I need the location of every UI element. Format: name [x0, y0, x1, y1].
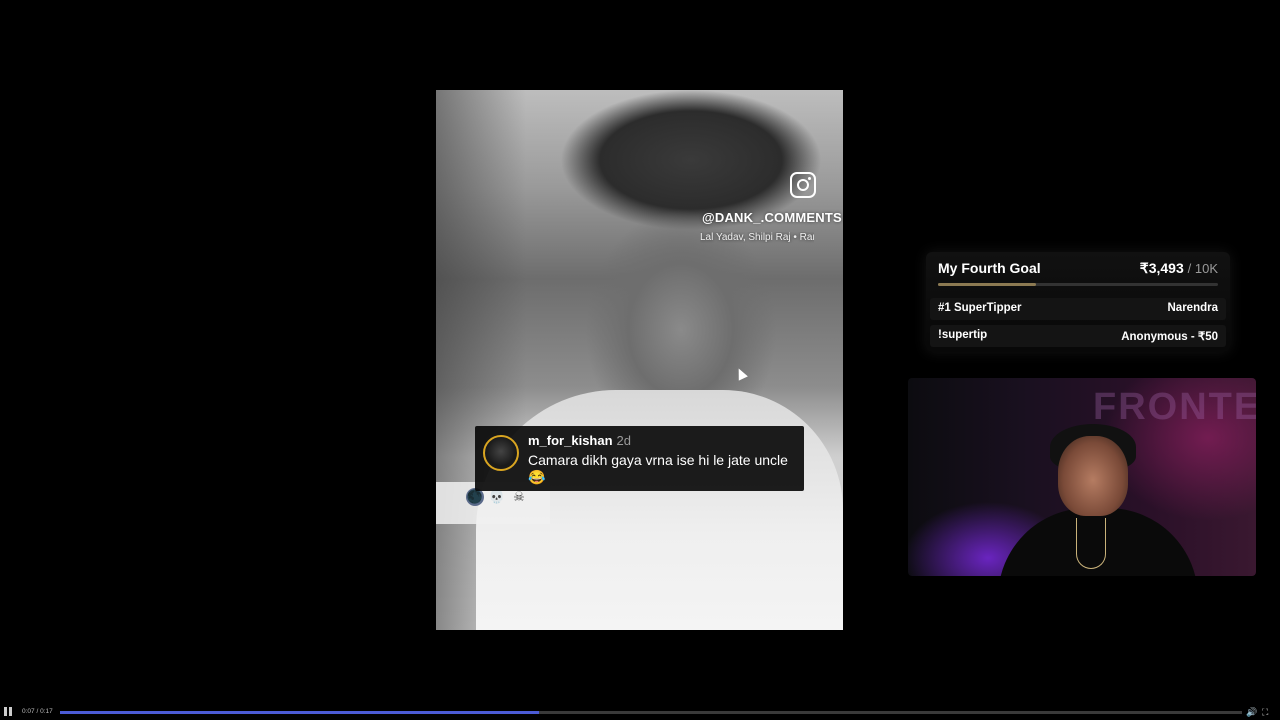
- time-display: 0:07 / 0:17: [22, 708, 53, 715]
- neon-sign: FRONTE: [1093, 386, 1256, 428]
- supertip-label: !supertip: [938, 329, 988, 341]
- instagram-icon: [790, 172, 816, 198]
- streamer-face: [1058, 436, 1128, 516]
- fullscreen-icon[interactable]: ⛶: [1262, 707, 1272, 717]
- goal-target: / 10K: [1187, 261, 1218, 276]
- streamer-chain: [1076, 518, 1106, 569]
- seek-bar-fill: [60, 711, 539, 714]
- comment-username: m_for_kishan: [528, 433, 613, 448]
- pause-icon[interactable]: [4, 707, 12, 716]
- goal-amount: ₹3,493 / 10K: [1140, 260, 1218, 277]
- goal-widget: My Fourth Goal ₹3,493 / 10K #1 SuperTipp…: [926, 252, 1230, 352]
- commenter-avatar: [483, 435, 519, 471]
- comment-text: Camara dikh gaya vrna ise hi le jate unc…: [528, 452, 788, 485]
- song-credit: Lal Yadav, Shilpi Raj • Rang: [700, 232, 814, 243]
- goal-title: My Fourth Goal: [938, 260, 1041, 276]
- supertip-value: Anonymous - ₹50: [1121, 331, 1218, 343]
- webcam-overlay: FRONTE: [908, 378, 1256, 576]
- supertipper-row: #1 SuperTipper Narendra: [930, 298, 1226, 320]
- goal-progress-fill: [938, 283, 1036, 286]
- supertip-row: !supertip Anonymous - ₹50: [930, 325, 1226, 347]
- comment-overlay: m_for_kishan 2d Camara dikh gaya vrna ise…: [475, 426, 804, 491]
- goal-progress-bar: [938, 283, 1218, 286]
- player-controls: 0:07 / 0:17 🔊 ⛶: [0, 703, 1280, 720]
- supertipper-value: Narendra: [1167, 302, 1219, 314]
- video-frame[interactable]: @DANK_.COMMENTS Lal Yadav, Shilpi Raj • …: [436, 90, 843, 630]
- seek-bar[interactable]: [60, 711, 1242, 714]
- comment-header: m_for_kishan 2d: [528, 433, 631, 448]
- goal-current: ₹3,493: [1139, 260, 1184, 276]
- instagram-handle: @DANK_.COMMENTS: [702, 210, 842, 225]
- volume-icon[interactable]: 🔊: [1246, 707, 1257, 717]
- supertipper-label: #1 SuperTipper: [938, 302, 1022, 314]
- comment-age: 2d: [616, 433, 632, 448]
